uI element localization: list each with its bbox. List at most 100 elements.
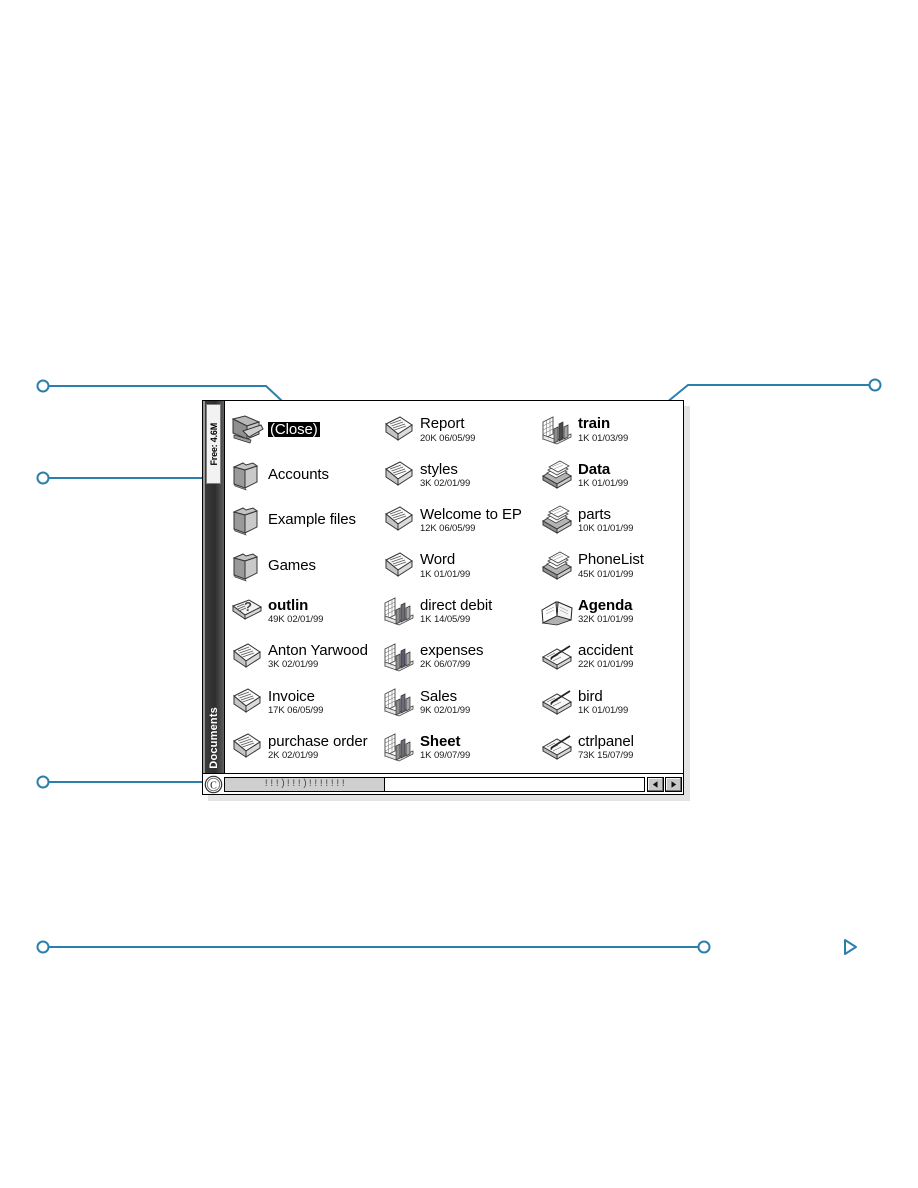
scroll-left-button[interactable] [647,776,664,792]
file-name: styles [420,460,458,478]
sidebar: Free: 4.6M Documents [203,401,225,773]
list-item-text: train 1K 01/03/99 [578,416,679,443]
list-item[interactable]: Example files [229,498,381,543]
scrollbar-thumb[interactable]: !!!)!!!)!!!!!!! [225,777,385,791]
file-meta: 32K 01/01/99 [578,614,634,626]
file-name: Sales [420,687,458,705]
list-item[interactable]: Anton Yarwood 3K 02/01/99 [229,634,381,679]
list-item[interactable]: Data 1K 01/01/99 [539,452,679,497]
list-item-text: (Close) [268,420,381,438]
list-item-text: styles 3K 02/01/99 [420,460,539,489]
list-item[interactable]: purchase order 2K 02/01/99 [229,725,381,770]
list-item-text: Sales 9K 02/01/99 [420,687,539,716]
list-item[interactable]: Invoice 17K 06/05/99 [229,679,381,724]
file-name: expenses [420,642,484,660]
file-name: Sheet [420,732,461,750]
file-name: bird [578,687,603,705]
window-footer: C !!!)!!!)!!!!!!! [203,773,683,794]
list-item[interactable]: Word 1K 01/01/99 [381,543,539,588]
list-item[interactable]: direct debit 1K 14/05/99 [381,589,539,634]
document-icon [381,549,417,583]
list-item-text: outlin 49K 02/01/99 [268,598,381,625]
file-grid: (Close) Accounts Example files Games ? o… [225,401,683,773]
callout-file-area [654,378,882,413]
file-manager-window: Free: 4.6M Documents (Close) Accounts Ex… [202,400,684,795]
list-item-text: Accounts [268,467,381,483]
list-item-text: Agenda 32K 01/01/99 [578,598,679,625]
list-item[interactable]: bird 1K 01/01/99 [539,679,679,724]
list-item[interactable]: Sheet 1K 09/07/99 [381,725,539,770]
system-c-button[interactable]: C [204,775,223,794]
spreadsheet-icon [539,413,575,447]
list-item-text: Games [268,558,381,574]
list-item[interactable]: Agenda 32K 01/01/99 [539,589,679,634]
list-item-text: bird 1K 01/01/99 [578,687,679,716]
list-item[interactable]: train 1K 01/03/99 [539,407,679,452]
next-page-arrow-icon[interactable] [844,939,857,955]
file-meta: 1K 01/01/99 [578,704,629,716]
list-item[interactable]: expenses 2K 06/07/99 [381,634,539,679]
file-name: purchase order [268,732,368,750]
file-name: Invoice [268,687,315,705]
file-name: Agenda [578,596,633,614]
spreadsheet-icon [381,594,417,628]
list-item[interactable]: Welcome to EP 12K 06/05/99 [381,498,539,543]
file-name: outlin [268,596,309,614]
sidebar-folder-title-label: Documents [208,707,220,769]
list-item[interactable]: PhoneList 45K 01/01/99 [539,543,679,588]
file-name: Anton Yarwood [268,642,368,660]
file-name: train [578,415,611,433]
file-name: ctrlpanel [578,732,634,750]
list-item[interactable]: Accounts [229,452,381,497]
list-item[interactable]: accident 22K 01/01/99 [539,634,679,679]
file-meta: 3K 02/01/99 [268,659,319,671]
database-icon [539,549,575,583]
file-name: Word [420,551,456,569]
file-name: Example files [268,511,356,529]
list-item[interactable]: Report 20K 06/05/99 [381,407,539,452]
list-item-text: Sheet 1K 09/07/99 [420,734,539,761]
list-item[interactable]: (Close) [229,407,381,452]
file-name: (Close) [268,420,320,438]
file-name: Accounts [268,465,329,483]
agenda-icon [539,594,575,628]
free-memory-gauge[interactable]: Free: 4.6M [206,404,221,484]
list-item-text: ctrlpanel 73K 15/07/99 [578,734,679,761]
horizontal-scrollbar[interactable]: !!!)!!!)!!!!!!! [224,776,645,792]
document-icon [229,685,265,719]
callout-c-button [36,775,207,789]
list-item-text: Example files [268,512,381,528]
list-item[interactable]: ? outlin 49K 02/01/99 [229,589,381,634]
list-item-text: accident 22K 01/01/99 [578,643,679,670]
list-item[interactable]: Sales 9K 02/01/99 [381,679,539,724]
list-item[interactable]: ctrlpanel 73K 15/07/99 [539,725,679,770]
folder-open-icon [229,413,265,447]
sketch-icon [539,730,575,764]
database-icon [539,503,575,537]
list-item[interactable]: parts 10K 01/01/99 [539,498,679,543]
file-name: PhoneList [578,551,644,569]
file-column-3: train 1K 01/03/99 Data 1K 01/01/99 parts… [539,407,679,773]
document-icon [381,413,417,447]
list-item-text: purchase order 2K 02/01/99 [268,734,381,761]
list-item-text: Welcome to EP 12K 06/05/99 [420,507,539,534]
file-name: parts [578,505,611,523]
sketch-icon [539,640,575,674]
file-name: accident [578,642,634,660]
file-meta: 17K 06/05/99 [268,704,324,716]
file-meta: 10K 01/01/99 [578,523,634,535]
folder-icon [229,503,265,537]
folder-icon [229,458,265,492]
list-item-text: Anton Yarwood 3K 02/01/99 [268,643,381,670]
file-meta: 3K 02/01/99 [420,477,471,489]
file-column-2: Report 20K 06/05/99 styles 3K 02/01/99 W… [381,407,539,773]
file-meta: 49K 02/01/99 [268,614,324,626]
document-icon [381,503,417,537]
scroll-right-button[interactable] [665,776,682,792]
list-item[interactable]: Games [229,543,381,588]
callout-free-memory [36,471,208,485]
list-item-text: Invoice 17K 06/05/99 [268,687,381,716]
file-meta: 9K 02/01/99 [420,704,471,716]
list-item[interactable]: styles 3K 02/01/99 [381,452,539,497]
file-meta: 1K 01/01/99 [420,568,471,580]
